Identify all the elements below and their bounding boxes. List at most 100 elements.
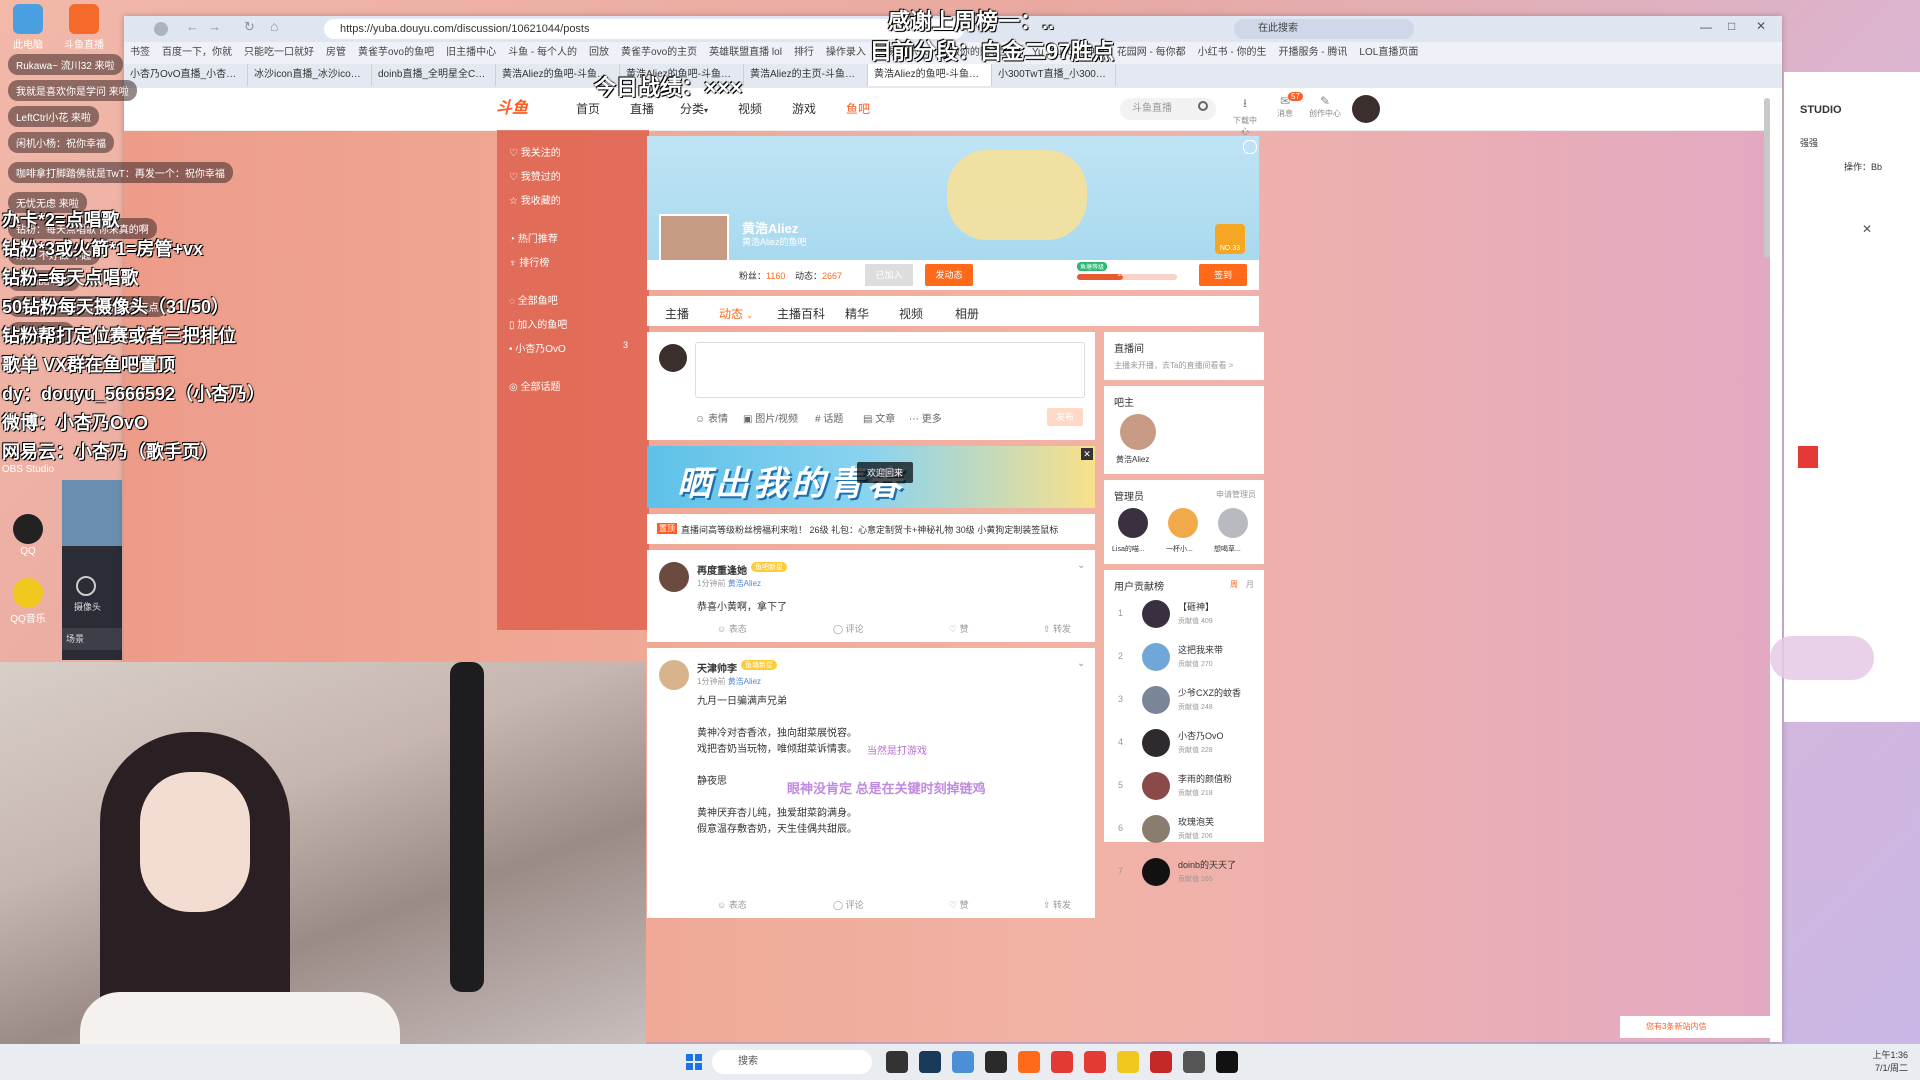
back-icon[interactable]: ←: [186, 19, 199, 34]
publish-button[interactable]: 发布: [1047, 408, 1083, 426]
bookmark-item[interactable]: 黄雀芋ovo的主页: [621, 42, 697, 64]
bookmark-item[interactable]: 花园网 - 每你都: [1117, 42, 1186, 64]
joined-button[interactable]: 已加入: [865, 264, 913, 286]
camera-icon[interactable]: [76, 576, 96, 596]
bookmark-item[interactable]: 斗鱼 - 每个人的: [508, 42, 577, 64]
menu-hot[interactable]: ◔ 热门推荐: [509, 230, 558, 245]
chevron-down-icon[interactable]: ⌄: [1077, 560, 1085, 571]
browser-tab[interactable]: doinb直播_全明星全Cook: [372, 64, 496, 86]
taskbar-app-icon[interactable]: [919, 1051, 941, 1073]
menu-liked[interactable]: ♡ 我赞过的: [509, 168, 561, 183]
nav-game[interactable]: 游戏: [792, 88, 816, 130]
taskbar-app-icon[interactable]: [1216, 1051, 1238, 1073]
forward-icon[interactable]: →: [208, 19, 221, 34]
bookmark-item[interactable]: 排行: [794, 42, 814, 64]
menu-all-yuba[interactable]: ◌ 全部鱼吧: [509, 292, 558, 307]
tool-emoji[interactable]: ☺ 表情: [695, 410, 728, 425]
tab-featured[interactable]: 精华: [845, 305, 869, 322]
admin-avatar[interactable]: [1218, 508, 1248, 538]
bookmark-item[interactable]: 黄雀芋ovo的鱼吧: [358, 42, 434, 64]
info-icon[interactable]: [1243, 140, 1257, 154]
floating-widget[interactable]: [1770, 636, 1874, 680]
bookmark-item[interactable]: 开播服务 - 腾讯: [1279, 42, 1348, 64]
close-icon[interactable]: ✕: [1081, 448, 1093, 460]
desktop-icon-douyu[interactable]: 斗鱼直播: [56, 4, 112, 51]
taskbar-clock[interactable]: 上午1:36 7/1/周二: [1862, 1048, 1908, 1074]
comment-button[interactable]: ◯ 评论: [833, 898, 864, 911]
contributor-row[interactable]: 6 玫瑰泡芙 贡献值 206: [1104, 809, 1264, 852]
desktop-icon-qq[interactable]: QQ: [0, 514, 56, 557]
post-author[interactable]: 天津帅李: [697, 660, 737, 675]
tool-topic[interactable]: # 话题: [815, 410, 843, 425]
sign-in-button[interactable]: 签到: [1199, 264, 1247, 286]
bookmark-item[interactable]: 英雄联盟直播 lol: [709, 42, 782, 64]
browser-tab[interactable]: 黄浩Aliez的主页-斗鱼社区: [744, 64, 868, 86]
menu-joined-yuba[interactable]: ▯ 加入的鱼吧: [509, 316, 567, 331]
close-icon[interactable]: ✕: [1756, 19, 1766, 33]
obs-scene-label[interactable]: 场景: [62, 628, 122, 650]
menu-following[interactable]: ♡ 我关注的: [509, 144, 561, 159]
browser-tab[interactable]: 小300TwT直播_小300TwT直: [992, 64, 1116, 86]
taskbar-app-icon[interactable]: [1150, 1051, 1172, 1073]
post-bar-link[interactable]: 黄浩Aliez: [728, 579, 761, 588]
owner-avatar[interactable]: [1120, 414, 1156, 450]
tab-week[interactable]: 周: [1230, 579, 1238, 590]
minimize-icon[interactable]: —: [1700, 20, 1712, 34]
taskbar-app-icon[interactable]: [952, 1051, 974, 1073]
menu-yuba-xiaoxingnai[interactable]: • 小杏乃OvO: [509, 340, 566, 355]
taskbar-app-icon[interactable]: [1051, 1051, 1073, 1073]
tool-article[interactable]: ▤ 文章: [863, 410, 895, 425]
address-bar[interactable]: https://yuba.douyu.com/discussion/106210…: [324, 19, 964, 39]
post-author[interactable]: 再度重逢她: [697, 562, 747, 577]
apply-admin-link[interactable]: 申请管理员: [1216, 489, 1256, 500]
tool-image-video[interactable]: ▣ 图片/视频: [743, 410, 798, 425]
post-avatar[interactable]: [659, 660, 689, 690]
maximize-icon[interactable]: □: [1728, 19, 1735, 33]
contributor-row[interactable]: 2 这把我来带 贡献值 270: [1104, 637, 1264, 680]
contributor-row[interactable]: 1 【砸神】 贡献值 409: [1104, 594, 1264, 637]
like-button[interactable]: ♡ 赞: [949, 898, 969, 911]
chevron-down-icon[interactable]: ⌄: [1077, 658, 1085, 669]
menu-ranking[interactable]: ♆ 排行榜: [509, 254, 549, 269]
bookmark-item[interactable]: LOL直播页面: [1359, 42, 1418, 64]
close-icon[interactable]: ✕: [1862, 222, 1872, 236]
contributor-row[interactable]: 5 李雨的颜值粉 贡献值 218: [1104, 766, 1264, 809]
post-avatar[interactable]: [659, 562, 689, 592]
taskbar-app-icon[interactable]: [1084, 1051, 1106, 1073]
menu-favorites[interactable]: ☆ 我收藏的: [509, 192, 561, 207]
profile-icon[interactable]: [154, 22, 168, 36]
taskbar-app-icon[interactable]: [1018, 1051, 1040, 1073]
tab-wiki[interactable]: 主播百科: [777, 305, 825, 322]
nav-yuba[interactable]: 鱼吧: [846, 88, 870, 130]
browser-search-box[interactable]: 在此搜索: [1234, 19, 1414, 39]
windows-start-icon[interactable]: [686, 1054, 702, 1070]
tab-video[interactable]: 视频: [899, 305, 923, 322]
new-message-notification[interactable]: 您有3条新站内信: [1620, 1016, 1770, 1038]
taskbar-app-icon[interactable]: [1183, 1051, 1205, 1073]
composer-textarea[interactable]: [695, 342, 1085, 398]
douyu-logo[interactable]: 斗鱼: [496, 98, 554, 120]
live-room-link[interactable]: 主播未开播，去Ta的直播间看看 >: [1114, 360, 1233, 371]
admin-avatar[interactable]: [1168, 508, 1198, 538]
contributor-row[interactable]: 4 小杏乃OvO 贡献值 228: [1104, 723, 1264, 766]
taskbar-app-icon[interactable]: [886, 1051, 908, 1073]
react-button[interactable]: ☺ 表态: [717, 622, 747, 635]
page-scrollbar[interactable]: [1764, 98, 1770, 258]
share-button[interactable]: ⇪ 转发: [1043, 622, 1071, 635]
tab-anchor[interactable]: 主播: [665, 305, 689, 322]
comment-button[interactable]: ◯ 评论: [833, 622, 864, 635]
ad-banner[interactable]: 晒出我的青春 欢迎回来 ✕: [647, 446, 1095, 508]
reload-icon[interactable]: ↻: [244, 19, 255, 35]
tab-month[interactable]: 月: [1246, 579, 1254, 590]
taskbar-app-icon[interactable]: [985, 1051, 1007, 1073]
desktop-icon-qq-music[interactable]: QQ音乐: [0, 578, 56, 625]
post-dynamic-button[interactable]: 发动态: [925, 264, 973, 286]
tab-album[interactable]: 相册: [955, 305, 979, 322]
messages[interactable]: ✉ 消息 57: [1270, 92, 1303, 119]
menu-all-topics[interactable]: ◎ 全部话题: [509, 378, 561, 393]
contributor-row[interactable]: 3 少爷CXZ的蚊香 贡献值 248: [1104, 680, 1264, 723]
search-icon[interactable]: [1198, 101, 1208, 111]
home-icon[interactable]: ⌂: [270, 18, 278, 34]
browser-tab[interactable]: 黄浩Aliez的鱼吧-斗鱼社区: [868, 64, 992, 86]
contributor-row[interactable]: 7 doinb的天天了 贡献值 165: [1104, 852, 1264, 895]
